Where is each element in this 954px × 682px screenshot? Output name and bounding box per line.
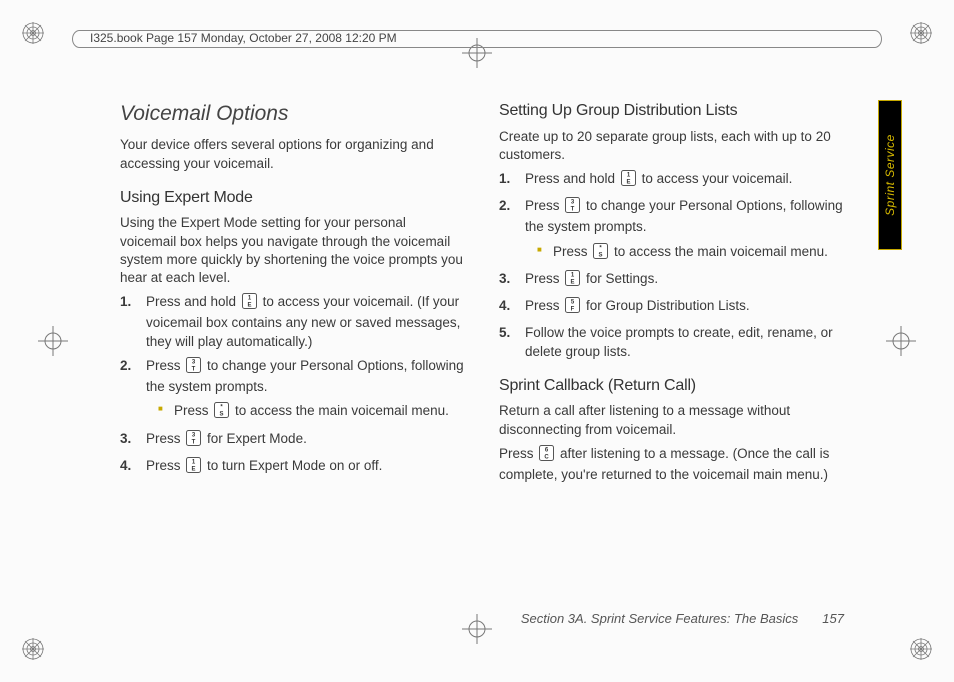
group-intro: Create up to 20 separate group lists, ea…	[499, 128, 844, 164]
list-item: 3. Press 1E for Settings.	[517, 270, 844, 291]
svg-text:T: T	[192, 366, 196, 372]
step-text: to turn Expert Mode on or off.	[207, 458, 382, 473]
svg-text:T: T	[571, 207, 575, 213]
list-item: 2. Press 3T to change your Personal Opti…	[517, 197, 844, 264]
side-tab-label: Sprint Service	[883, 134, 897, 216]
step-text: Follow the voice prompts to create, edit…	[525, 325, 833, 358]
key-3-icon: 3T	[186, 430, 201, 451]
group-steps: 1. Press and hold 1E to access your voic…	[499, 170, 844, 361]
step-text: Press	[553, 244, 591, 259]
crop-mark-tl-icon	[22, 22, 44, 44]
header-text: I325.book Page 157 Monday, October 27, 2…	[90, 31, 397, 45]
step-text: Press and hold	[146, 294, 240, 309]
svg-text:S: S	[220, 412, 224, 418]
footer: Section 3A. Sprint Service Features: The…	[120, 611, 844, 626]
step-text: Press	[146, 358, 184, 373]
key-3-icon: 3T	[565, 197, 580, 218]
key-1-icon: 1E	[242, 293, 257, 314]
step-text: Press and hold	[525, 171, 619, 186]
expert-steps: 1. Press and hold 1E to access your voic…	[120, 293, 465, 478]
page: I325.book Page 157 Monday, October 27, 2…	[0, 0, 954, 682]
content: Voicemail Options Your device offers sev…	[120, 100, 844, 582]
callback-step: Press 6C after listening to a message. (…	[499, 445, 844, 484]
step-text: to access the main voicemail menu.	[614, 244, 828, 259]
list-item: 1. Press and hold 1E to access your voic…	[138, 293, 465, 351]
key-1-icon: 1E	[621, 170, 636, 191]
svg-text:E: E	[571, 279, 575, 285]
step-text: to access the main voicemail menu.	[235, 403, 449, 418]
step-text: for Expert Mode.	[207, 431, 307, 446]
list-item: 4. Press 1E to turn Expert Mode on or of…	[138, 457, 465, 478]
subheading-group: Setting Up Group Distribution Lists	[499, 100, 844, 122]
footer-section: Section 3A. Sprint Service Features: The…	[521, 611, 798, 626]
section-title: Voicemail Options	[120, 100, 465, 128]
callback-intro: Return a call after listening to a messa…	[499, 402, 844, 438]
svg-text:S: S	[599, 252, 603, 258]
svg-text:F: F	[571, 307, 575, 313]
crop-mark-right-icon	[886, 326, 916, 356]
sub-bullet: Press *S to access the main voicemail me…	[146, 402, 465, 423]
subheading-expert: Using Expert Mode	[120, 187, 465, 209]
svg-text:E: E	[247, 303, 251, 309]
svg-text:E: E	[626, 180, 630, 186]
list-item: 1. Press and hold 1E to access your voic…	[517, 170, 844, 191]
key-1-icon: 1E	[565, 270, 580, 291]
step-text: to access your voicemail.	[642, 171, 793, 186]
key-star-icon: *S	[593, 243, 608, 264]
svg-text:E: E	[192, 466, 196, 472]
step-text: Press	[499, 446, 537, 461]
right-column: Setting Up Group Distribution Lists Crea…	[499, 100, 844, 582]
crop-mark-left-icon	[38, 326, 68, 356]
crop-mark-bl-icon	[22, 638, 44, 660]
key-5-icon: 5F	[565, 297, 580, 318]
list-item: 5. Follow the voice prompts to create, e…	[517, 324, 844, 360]
key-1-icon: 1E	[186, 457, 201, 478]
crop-mark-top-icon	[462, 38, 492, 68]
intro-text: Your device offers several options for o…	[120, 136, 465, 172]
step-text: for Group Distribution Lists.	[586, 298, 750, 313]
step-text: Press	[146, 431, 184, 446]
key-6-icon: 6C	[539, 445, 554, 466]
step-text: for Settings.	[586, 271, 658, 286]
step-text: Press	[525, 298, 563, 313]
step-text: Press	[174, 403, 212, 418]
key-star-icon: *S	[214, 402, 229, 423]
step-text: Press	[525, 271, 563, 286]
left-column: Voicemail Options Your device offers sev…	[120, 100, 465, 582]
list-item: 2. Press 3T to change your Personal Opti…	[138, 357, 465, 424]
sub-bullet: Press *S to access the main voicemail me…	[525, 243, 844, 264]
expert-intro: Using the Expert Mode setting for your p…	[120, 214, 465, 287]
svg-text:C: C	[545, 454, 550, 460]
crop-mark-br-icon	[910, 638, 932, 660]
side-tab: Sprint Service	[878, 100, 902, 250]
crop-mark-tr-icon	[910, 22, 932, 44]
step-text: Press	[525, 198, 563, 213]
list-item: 4. Press 5F for Group Distribution Lists…	[517, 297, 844, 318]
svg-text:T: T	[192, 439, 196, 445]
footer-page: 157	[822, 611, 844, 626]
step-text: Press	[146, 458, 184, 473]
key-3-icon: 3T	[186, 357, 201, 378]
subheading-callback: Sprint Callback (Return Call)	[499, 375, 844, 397]
list-item: 3. Press 3T for Expert Mode.	[138, 430, 465, 451]
